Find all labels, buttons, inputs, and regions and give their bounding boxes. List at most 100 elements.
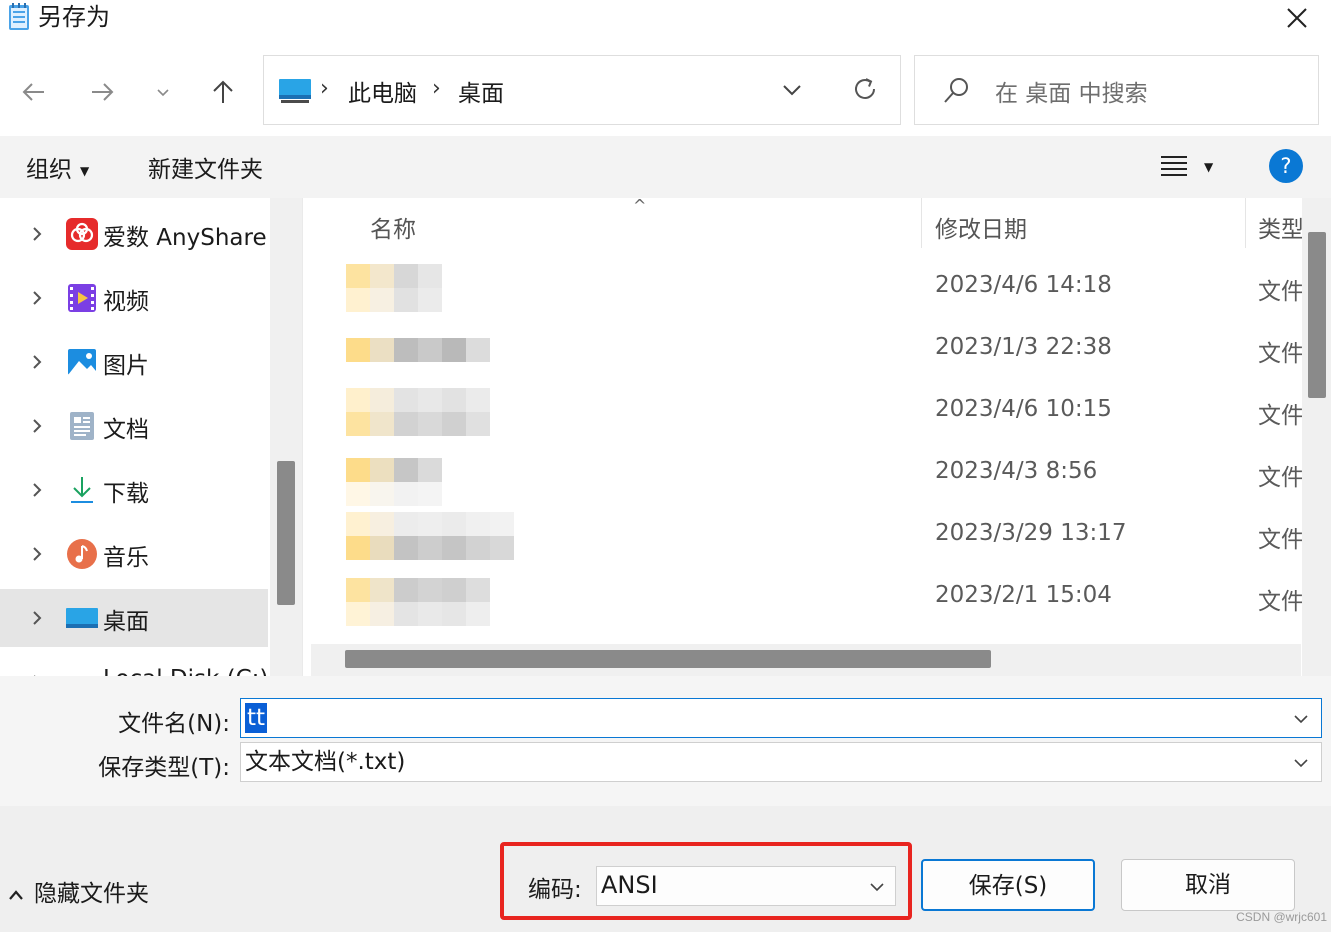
sidebar-item-label: 音乐	[103, 545, 149, 571]
file-date: 2023/4/6 14:18	[935, 272, 1112, 298]
filetype-value: 文本文档(*.txt)	[245, 749, 406, 775]
pictures-icon	[68, 349, 96, 375]
expand-chevron-icon[interactable]	[30, 289, 44, 307]
column-divider[interactable]	[1245, 198, 1246, 248]
file-row[interactable]: 2023/2/1 15:04 文件	[303, 568, 1304, 630]
filelist-scrollbar-thumb[interactable]	[1308, 232, 1326, 398]
breadcrumb-desktop[interactable]: 桌面	[458, 74, 504, 108]
sidebar-item-documents[interactable]: 文档	[0, 397, 268, 455]
documents-icon	[70, 412, 94, 440]
notepad-icon	[9, 3, 29, 30]
sidebar-item-label: 视频	[103, 289, 149, 315]
sidebar-item-local-disk[interactable]: Local Disk (C:)	[0, 653, 268, 676]
file-date: 2023/3/29 13:17	[935, 520, 1127, 546]
file-type: 文件	[1258, 279, 1304, 305]
view-options-icon[interactable]	[1160, 153, 1188, 177]
filetype-select[interactable]: 文本文档(*.txt)	[240, 742, 1322, 782]
file-row[interactable]: 2023/4/6 14:18 文件	[303, 258, 1304, 320]
cancel-button[interactable]: 取消	[1121, 859, 1295, 911]
sidebar-item-label: 图片	[103, 353, 149, 379]
column-divider[interactable]	[921, 198, 922, 248]
encoding-label: 编码:	[528, 877, 582, 903]
file-date: 2023/1/3 22:38	[935, 334, 1112, 360]
filename-value[interactable]: tt	[245, 703, 268, 733]
view-caret-icon[interactable]: ▼	[1204, 160, 1213, 174]
watermark: CSDN @wrjc601	[1236, 910, 1327, 924]
music-icon	[67, 539, 97, 569]
filelist-hscrollbar-thumb[interactable]	[345, 650, 991, 668]
search-icon	[944, 78, 968, 103]
sidebar-item-anyshare[interactable]: 爱数 AnyShare	[0, 205, 268, 263]
sidebar-item-music[interactable]: 音乐	[0, 525, 268, 583]
sidebar-item-label: 爱数 AnyShare	[103, 225, 267, 251]
sidebar-item-pictures[interactable]: 图片	[0, 333, 268, 391]
encoding-value: ANSI	[601, 871, 658, 899]
title-bar: 另存为	[0, 0, 1331, 40]
sidebar-item-label: 文档	[103, 417, 149, 443]
sidebar-item-videos[interactable]: 视频	[0, 269, 268, 327]
column-header-name[interactable]: 名称	[370, 210, 416, 244]
chevron-up-icon	[9, 889, 23, 900]
anyshare-icon	[66, 218, 98, 250]
file-row[interactable]: 2023/4/3 8:56 文件	[303, 444, 1304, 506]
encoding-select[interactable]: ANSI	[596, 866, 896, 906]
chevron-down-icon	[870, 883, 884, 892]
hide-folders-button[interactable]: 隐藏文件夹	[8, 874, 149, 908]
video-icon	[68, 284, 96, 312]
filename-field[interactable]: tt	[240, 698, 1322, 738]
refresh-icon[interactable]	[850, 74, 880, 104]
caret-down-icon: ▼	[80, 163, 90, 178]
breadcrumb-this-pc[interactable]: 此电脑	[348, 74, 417, 108]
file-date: 2023/4/6 10:15	[935, 396, 1112, 422]
recent-locations-button[interactable]	[143, 72, 183, 112]
save-button[interactable]: 保存(S)	[921, 859, 1095, 911]
arrow-right-icon	[92, 83, 114, 101]
expand-chevron-icon[interactable]	[30, 609, 44, 627]
blurred-file-name	[346, 338, 514, 362]
expand-chevron-icon[interactable]	[30, 545, 44, 563]
sidebar-item-label: 下载	[103, 481, 149, 507]
save-form: 文件名(N): tt 保存类型(T): 文本文档(*.txt)	[0, 676, 1331, 806]
navigation-pane: 爱数 AnyShare 视频 图片 文档 下载 音乐 桌面	[0, 198, 302, 676]
expand-chevron-icon[interactable]	[30, 481, 44, 499]
footer-bar: 隐藏文件夹 编码: ANSI 保存(S) 取消 CSDN @wrjc601	[0, 806, 1331, 932]
blurred-file-name	[346, 388, 514, 436]
address-bar[interactable]: › 此电脑 › 桌面	[263, 55, 901, 125]
expand-chevron-icon[interactable]	[30, 225, 44, 243]
breadcrumb-separator: ›	[320, 76, 329, 101]
file-date: 2023/4/3 8:56	[935, 458, 1098, 484]
forward-button[interactable]	[82, 72, 122, 112]
up-button[interactable]	[203, 72, 243, 112]
desktop-icon	[66, 608, 98, 628]
download-icon	[71, 477, 93, 503]
sidebar-item-downloads[interactable]: 下载	[0, 461, 268, 519]
organize-button[interactable]: 组织 ▼	[26, 150, 89, 184]
file-row[interactable]: 2023/4/6 10:15 文件	[303, 382, 1304, 444]
desktop-icon	[279, 79, 311, 103]
filetype-label: 保存类型(T):	[98, 755, 230, 781]
address-history-chevron-icon[interactable]	[780, 78, 804, 102]
back-button[interactable]	[14, 72, 54, 112]
chevron-down-icon[interactable]	[1293, 755, 1309, 771]
expand-chevron-icon[interactable]	[30, 353, 44, 371]
arrow-up-icon	[213, 80, 233, 103]
sidebar-scrollbar-thumb[interactable]	[277, 461, 295, 605]
column-header-date[interactable]: 修改日期	[935, 210, 1027, 244]
search-box[interactable]: 在 桌面 中搜索	[914, 55, 1319, 125]
close-button[interactable]	[1277, 0, 1317, 36]
help-button[interactable]: ?	[1269, 149, 1303, 183]
filename-label: 文件名(N):	[118, 711, 230, 737]
column-header-type[interactable]: 类型	[1258, 210, 1304, 244]
file-type: 文件	[1258, 465, 1304, 491]
chevron-down-icon[interactable]	[1293, 711, 1309, 727]
sidebar-item-desktop[interactable]: 桌面	[0, 589, 268, 647]
file-row[interactable]: 2023/1/3 22:38 文件	[303, 320, 1304, 382]
file-row[interactable]: 2023/3/29 13:17 文件	[303, 506, 1304, 568]
blurred-file-name	[346, 264, 514, 312]
sidebar-item-label: Local Disk (C:)	[103, 666, 268, 676]
search-placeholder: 在 桌面 中搜索	[995, 81, 1148, 107]
new-folder-button[interactable]: 新建文件夹	[148, 150, 263, 184]
blurred-file-name	[346, 578, 514, 626]
blurred-file-name	[346, 458, 514, 506]
expand-chevron-icon[interactable]	[30, 417, 44, 435]
